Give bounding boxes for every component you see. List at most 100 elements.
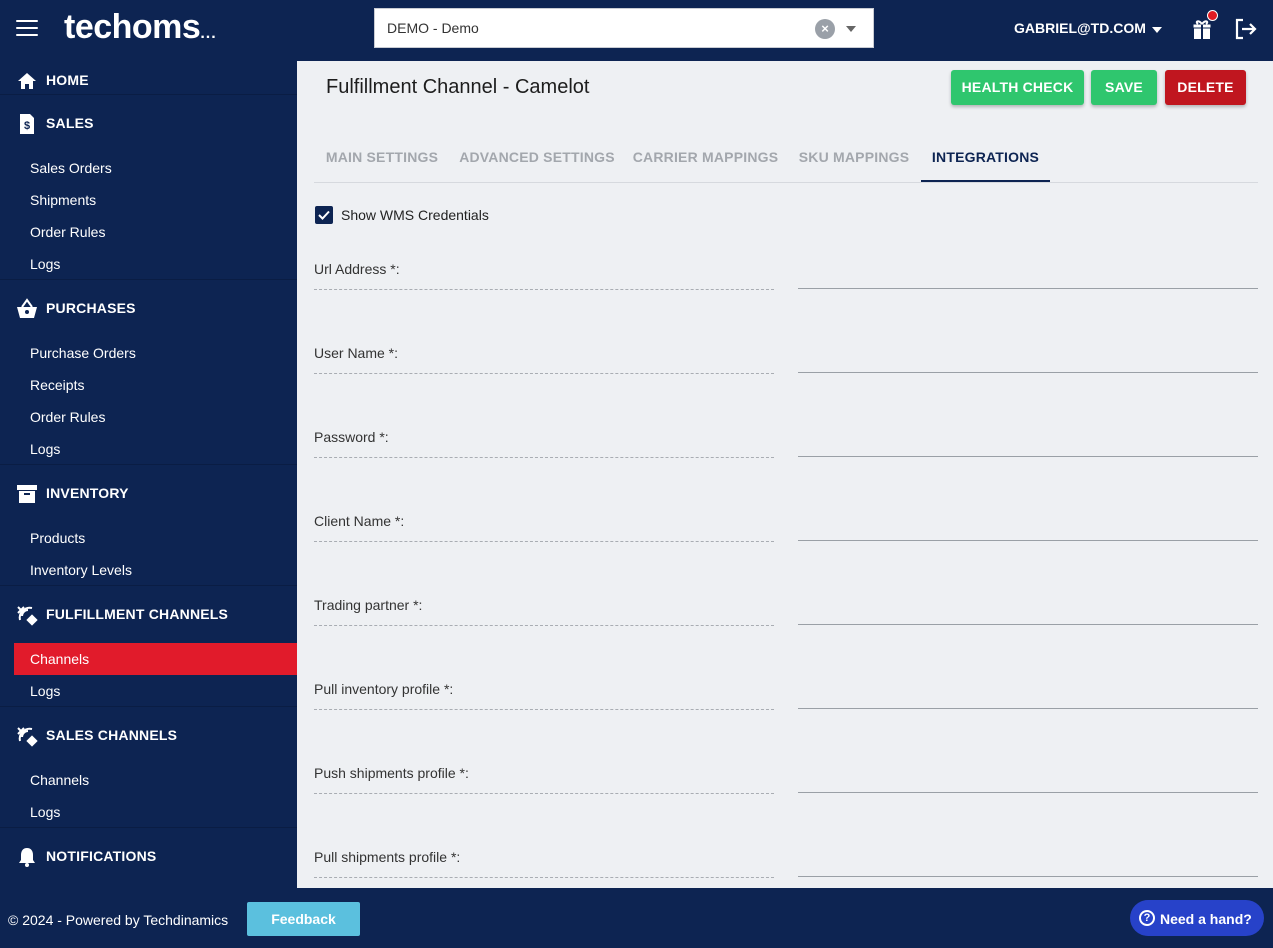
pull-inventory-profile-input[interactable] (798, 679, 1258, 709)
top-bar: techoms... DEMO - Demo × GABRIEL@TD.COM (0, 0, 1273, 61)
logo-text: techoms (64, 8, 201, 46)
divider (314, 793, 774, 794)
field-label-trading-partner: Trading partner *: (314, 597, 423, 613)
sidebar-item-label: Order Rules (30, 409, 106, 425)
help-label: Need a hand? (1160, 911, 1252, 927)
push-shipments-profile-input[interactable] (798, 763, 1258, 793)
sidebar-section-label: NOTIFICATIONS (46, 848, 157, 864)
divider (314, 373, 774, 374)
home-icon (18, 73, 36, 89)
client-name-input[interactable] (798, 511, 1258, 541)
sidebar-item-sales-logs[interactable]: Logs (14, 248, 297, 280)
tab-sku-mappings[interactable]: SKU MAPPINGS (787, 134, 921, 182)
sidebar-item-sales-orders[interactable]: Sales Orders (14, 152, 297, 184)
sidebar-item-label: Channels (30, 772, 90, 788)
sidebar-section-fulfillment-channels[interactable]: FULFILLMENT CHANNELS (0, 585, 297, 641)
sidebar-item-purchase-orders[interactable]: Purchase Orders (14, 337, 297, 369)
sidebar-item-label: Logs (30, 683, 61, 699)
check-icon (318, 210, 330, 220)
health-check-button[interactable]: HEALTH CHECK (951, 70, 1084, 105)
sidebar-item-fulfillment-channels[interactable]: Channels (14, 643, 297, 675)
archive-icon (17, 485, 37, 503)
sidebar-item-label: Inventory Levels (30, 562, 132, 578)
sidebar-item-label: Purchase Orders (30, 345, 136, 361)
sidebar-section-purchases[interactable]: PURCHASES (0, 279, 297, 335)
sidebar-item-label: Shipments (30, 192, 97, 208)
field-label-url-address: Url Address *: (314, 261, 400, 277)
sidebar-section-label: SALES CHANNELS (46, 727, 178, 743)
sidebar-item-label: Sales Orders (30, 160, 112, 176)
sales-icon: $ (20, 114, 34, 134)
divider (314, 709, 774, 710)
sidebar-item-label: Products (30, 530, 86, 546)
sidebar-item-sales-channels[interactable]: Channels (14, 764, 297, 796)
account-select-value: DEMO - Demo (387, 20, 479, 36)
field-label-password: Password *: (314, 429, 389, 445)
logo-suffix: ... (200, 25, 217, 42)
logout-icon[interactable] (1234, 18, 1258, 40)
svg-text:$: $ (24, 120, 30, 132)
sidebar-section-inventory[interactable]: INVENTORY (0, 464, 297, 520)
gift-icon[interactable] (1192, 18, 1212, 40)
basket-icon (17, 298, 37, 318)
sidebar-item-inventory-levels[interactable]: Inventory Levels (14, 554, 297, 586)
channels-icon (17, 606, 38, 626)
user-menu[interactable]: GABRIEL@TD.COM (1014, 20, 1146, 36)
help-button[interactable]: ? Need a hand? (1130, 900, 1264, 936)
divider (314, 541, 774, 542)
sidebar-item-label: Receipts (30, 377, 85, 393)
sidebar-section-label: HOME (46, 72, 89, 88)
page-title: Fulfillment Channel - Camelot (326, 76, 590, 98)
sidebar-item-purchase-logs[interactable]: Logs (14, 433, 297, 465)
footer: © 2024 - Powered by Techdinamics Feedbac… (0, 888, 1273, 948)
delete-button[interactable]: DELETE (1165, 70, 1246, 105)
sidebar-section-label: FULFILLMENT CHANNELS (46, 606, 229, 622)
sidebar-item-sales-order-rules[interactable]: Order Rules (14, 216, 297, 248)
sidebar-item-fulfillment-logs[interactable]: Logs (14, 675, 297, 707)
sidebar-item-shipments[interactable]: Shipments (14, 184, 297, 216)
copyright: © 2024 - Powered by Techdinamics (8, 912, 229, 928)
clear-icon[interactable]: × (815, 19, 835, 39)
sidebar-section-sales-channels[interactable]: SALES CHANNELS (0, 706, 297, 762)
notification-dot (1207, 10, 1218, 21)
sidebar-item-label: Channels (30, 651, 90, 667)
sidebar-item-receipts[interactable]: Receipts (14, 369, 297, 401)
sidebar-item-products[interactable]: Products (14, 522, 297, 554)
divider (314, 625, 774, 626)
url-address-input[interactable] (798, 259, 1258, 289)
divider (314, 289, 774, 290)
user-name-input[interactable] (798, 343, 1258, 373)
help-icon: ? (1139, 910, 1155, 926)
channels-icon (17, 727, 38, 747)
pull-shipments-profile-input[interactable] (798, 847, 1258, 877)
menu-icon[interactable] (16, 20, 38, 36)
tab-advanced-settings[interactable]: ADVANCED SETTINGS (450, 134, 624, 182)
sidebar-item-purchase-order-rules[interactable]: Order Rules (14, 401, 297, 433)
tab-carrier-mappings[interactable]: CARRIER MAPPINGS (624, 134, 787, 182)
show-credentials-checkbox[interactable] (315, 206, 333, 224)
tab-main-settings[interactable]: MAIN SETTINGS (314, 134, 450, 182)
field-label-user-name: User Name *: (314, 345, 399, 361)
field-label-pull-shipments-profile: Pull shipments profile *: (314, 849, 461, 865)
password-input[interactable] (798, 427, 1258, 457)
show-credentials-label: Show WMS Credentials (341, 207, 489, 223)
save-button[interactable]: SAVE (1091, 70, 1157, 105)
field-label-pull-inventory-profile: Pull inventory profile *: (314, 681, 454, 697)
account-select[interactable]: DEMO - Demo × (374, 8, 874, 48)
sidebar: HOME $ SALES Sales Orders Shipments Orde… (0, 61, 297, 888)
chevron-down-icon[interactable] (846, 26, 856, 32)
sidebar-section-sales[interactable]: $ SALES (0, 94, 297, 150)
field-label-client-name: Client Name *: (314, 513, 405, 529)
user-chevron-down-icon[interactable] (1152, 27, 1162, 33)
tab-integrations[interactable]: INTEGRATIONS (921, 134, 1050, 182)
field-label-push-shipments-profile: Push shipments profile *: (314, 765, 469, 781)
sidebar-item-label: Logs (30, 256, 61, 272)
sidebar-item-sales-channel-logs[interactable]: Logs (14, 796, 297, 828)
bell-icon (19, 848, 35, 867)
sidebar-item-label: Logs (30, 441, 61, 457)
sidebar-section-notifications[interactable]: NOTIFICATIONS (0, 827, 297, 883)
feedback-button[interactable]: Feedback (247, 902, 360, 936)
tab-bar: MAIN SETTINGS ADVANCED SETTINGS CARRIER … (314, 134, 1258, 183)
trading-partner-input[interactable] (798, 595, 1258, 625)
sidebar-section-label: SALES (46, 115, 94, 131)
